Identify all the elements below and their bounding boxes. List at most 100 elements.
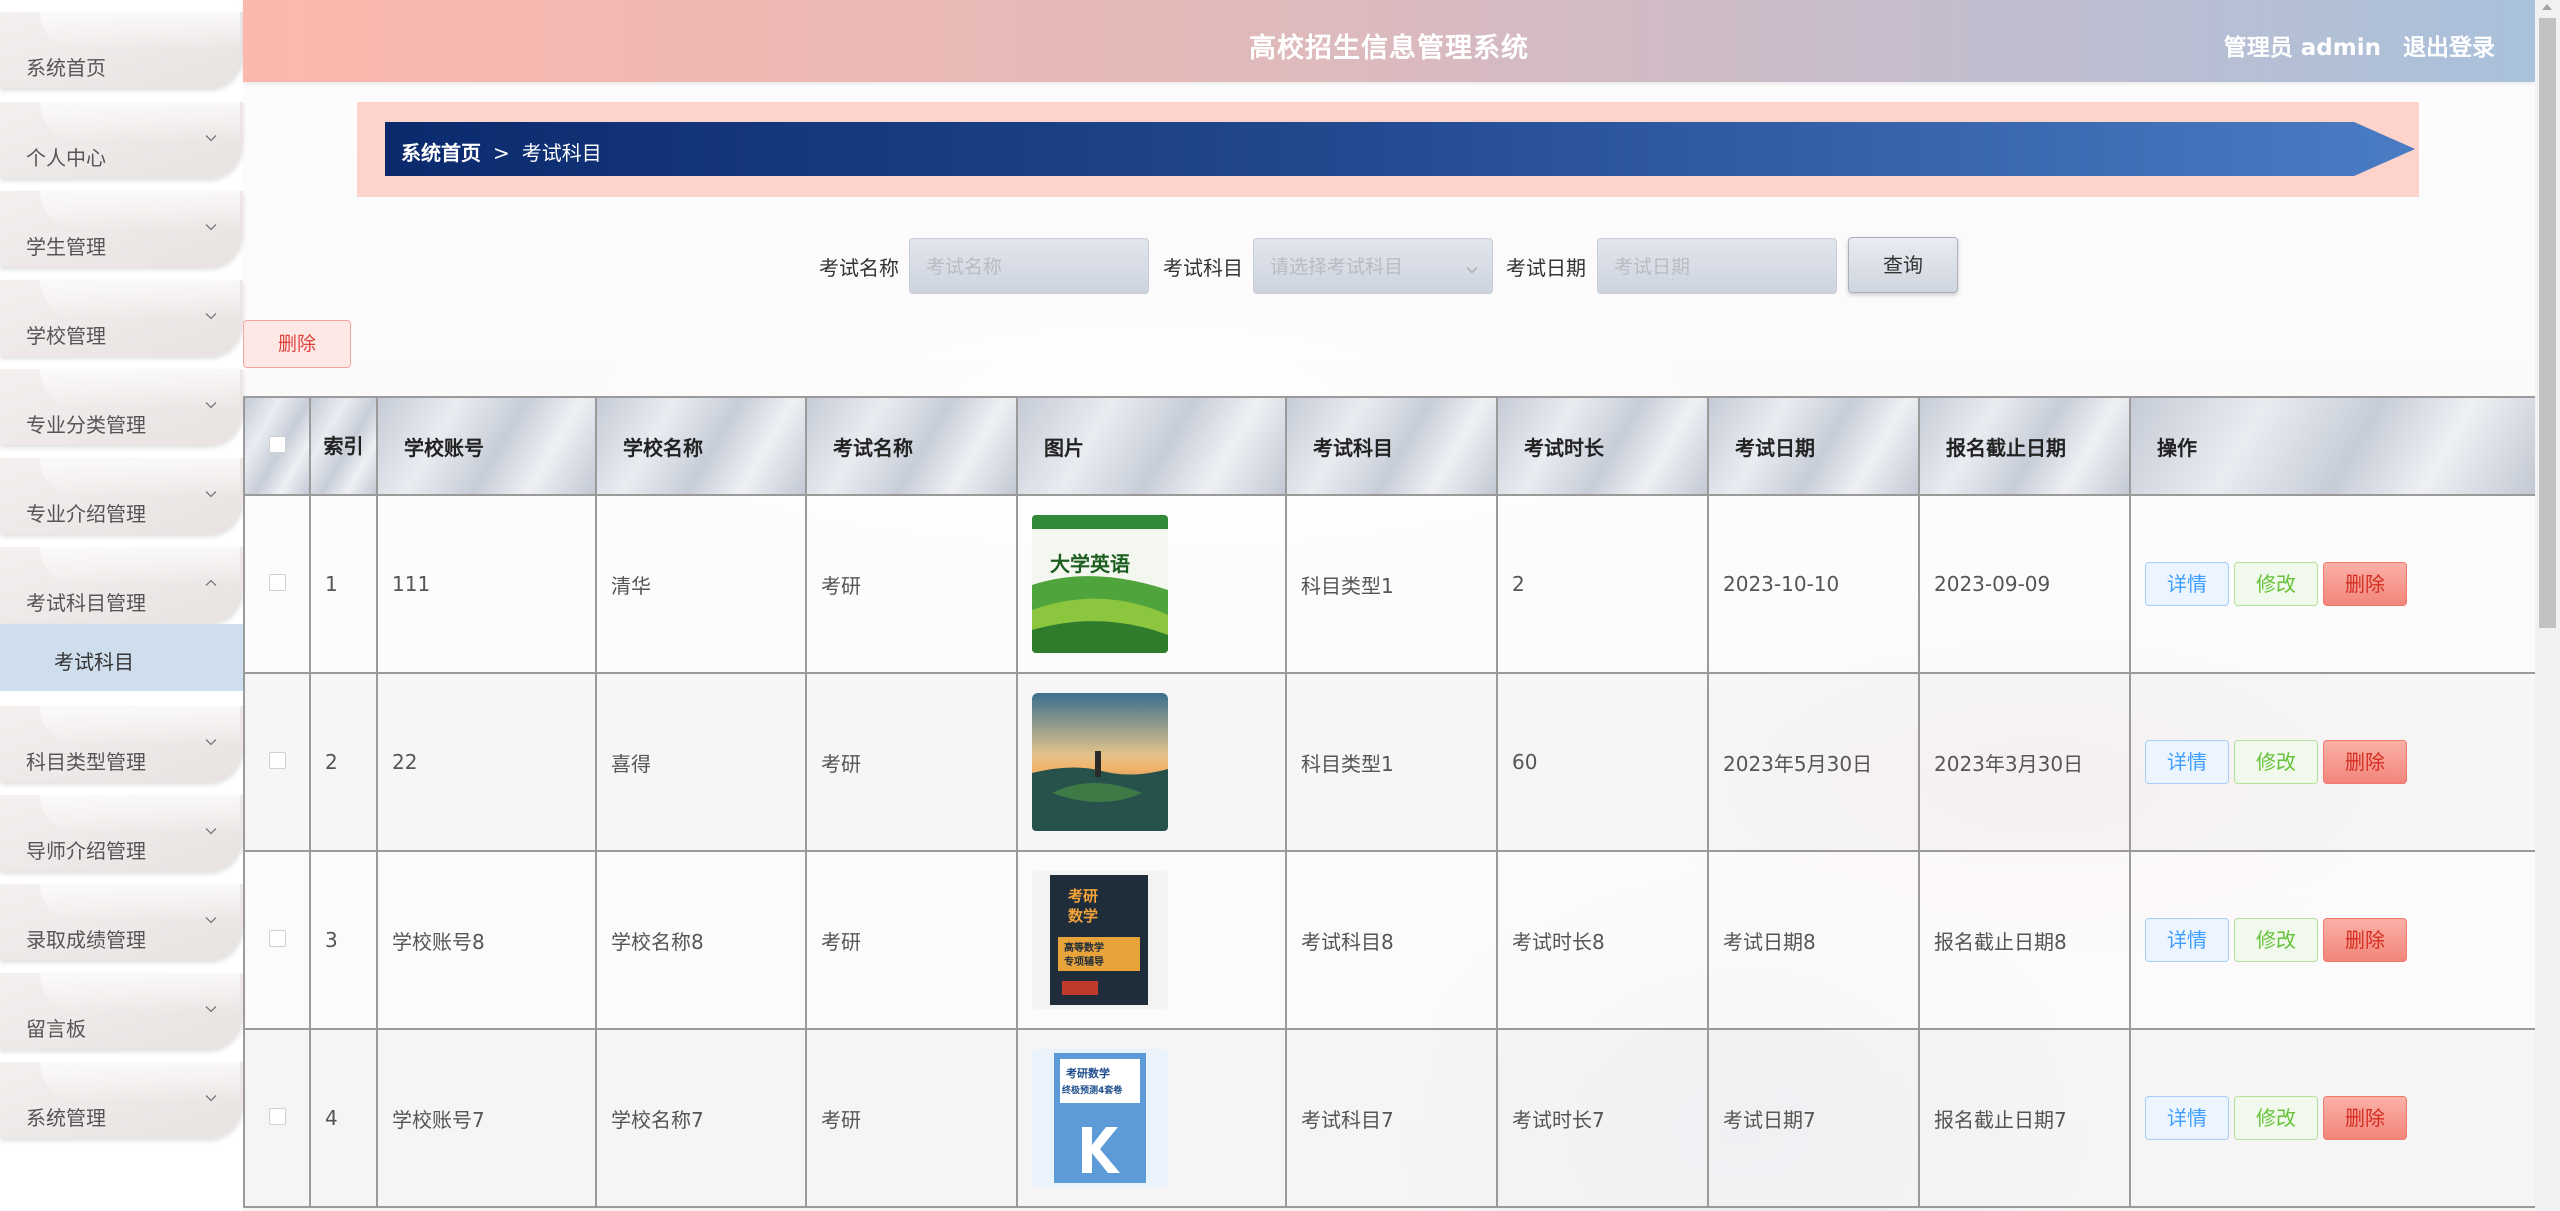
column-header-index: 索引: [309, 396, 378, 496]
math-exam-book-cover-image[interactable]: 考研数学 终极预测4套卷: [1032, 1049, 1168, 1187]
cell-date: 考试日期7: [1707, 1028, 1920, 1208]
sidebar-item-label: 专业分类管理: [26, 413, 146, 437]
cell-deadline: 报名截止日期7: [1918, 1028, 2131, 1208]
cell-exam: 考研: [805, 672, 1018, 852]
cell-deadline: 2023-09-09: [1918, 494, 2131, 674]
table-row: 3 学校账号8 学校名称8 考研 考研 数学 高等数学 专项辅导 考试科目8 考…: [243, 850, 2535, 1030]
sidebar-item-label: 系统管理: [26, 1106, 106, 1130]
detail-button[interactable]: 详情: [2145, 740, 2229, 784]
app-title: 高校招生信息管理系统: [1249, 33, 1529, 64]
math-book-cover-image[interactable]: 考研 数学 高等数学 专项辅导: [1032, 871, 1168, 1009]
delete-button[interactable]: 删除: [2323, 562, 2407, 606]
top-header: 高校招生信息管理系统 管理员 admin 退出登录: [243, 0, 2535, 82]
chevron-down-icon: [205, 488, 217, 500]
data-table-container: 索引 学校账号 学校名称 考试名称 图片 考试科目 考试时长 考试日期 报名截止…: [243, 396, 2535, 1211]
scroll-thumb[interactable]: [2539, 18, 2556, 628]
sidebar-item-subject-types[interactable]: 科目类型管理: [0, 706, 243, 782]
table-row: 2 22 喜得 考研 科目类型1 60 2023年5月30日 2023年3月30…: [243, 672, 2535, 852]
exam-date-placeholder: 考试日期: [1614, 256, 1691, 278]
sidebar-item-admission-scores[interactable]: 录取成绩管理: [0, 884, 243, 960]
exam-subject-label: 考试科目: [1163, 256, 1243, 280]
chevron-down-icon: [205, 310, 217, 322]
cell-date: 2023年5月30日: [1707, 672, 1920, 852]
landscape-photo-image[interactable]: [1032, 693, 1168, 831]
column-header-exam: 考试名称: [805, 396, 1018, 496]
detail-button[interactable]: 详情: [2145, 918, 2229, 962]
cell-exam: 考研: [805, 494, 1018, 674]
cell-school: 学校名称8: [595, 850, 807, 1030]
cell-account: 学校账号7: [376, 1028, 597, 1208]
row-checkbox[interactable]: [268, 930, 286, 947]
breadcrumb-separator: >: [493, 141, 510, 165]
cell-date: 2023-10-10: [1707, 494, 1920, 674]
exam-name-input[interactable]: 考试名称: [909, 238, 1149, 294]
sidebar-subitem-exam-subject[interactable]: 考试科目: [0, 624, 243, 691]
chevron-down-icon: [205, 399, 217, 411]
sidebar-item-tutors[interactable]: 导师介绍管理: [0, 795, 243, 871]
scroll-up-arrow-icon[interactable]: [2542, 4, 2552, 10]
sidebar-item-label: 学校管理: [26, 324, 106, 348]
select-all-header: [243, 396, 311, 496]
row-select-cell: [243, 1028, 311, 1208]
edit-button[interactable]: 修改: [2234, 740, 2318, 784]
breadcrumb-home[interactable]: 系统首页: [401, 141, 481, 165]
query-button[interactable]: 查询: [1848, 237, 1958, 293]
math-book-line3: 高等数学: [1064, 941, 1104, 954]
chevron-down-icon: [205, 132, 217, 144]
cell-actions: 详情 修改 删除: [2129, 1028, 2535, 1208]
page-scrollbar[interactable]: [2535, 0, 2560, 1211]
sidebar-item-message-board[interactable]: 留言板: [0, 973, 243, 1049]
sidebar-item-personal-center[interactable]: 个人中心: [0, 102, 243, 178]
sidebar-item-major-categories[interactable]: 专业分类管理: [0, 369, 243, 445]
logout-link[interactable]: 退出登录: [2403, 35, 2495, 61]
sidebar-item-exam-subjects[interactable]: 考试科目管理: [0, 547, 243, 623]
delete-button[interactable]: 删除: [2323, 1096, 2407, 1140]
cell-deadline: 报名截止日期8: [1918, 850, 2131, 1030]
sidebar-item-label: 导师介绍管理: [26, 839, 146, 863]
select-all-checkbox[interactable]: [268, 436, 286, 453]
edit-button[interactable]: 修改: [2234, 562, 2318, 606]
exam-subject-select[interactable]: 请选择考试科目: [1253, 238, 1493, 294]
cell-duration: 考试时长8: [1496, 850, 1709, 1030]
column-header-subject: 考试科目: [1285, 396, 1498, 496]
cell-exam: 考研: [805, 1028, 1018, 1208]
row-select-cell: [243, 672, 311, 852]
row-checkbox[interactable]: [268, 574, 286, 591]
sidebar-item-schools[interactable]: 学校管理: [0, 280, 243, 356]
chevron-down-icon: [1466, 259, 1478, 274]
english-book-cover-image[interactable]: 大学英语: [1032, 515, 1168, 653]
exam-date-input[interactable]: 考试日期: [1597, 238, 1837, 294]
column-header-duration: 考试时长: [1496, 396, 1709, 496]
cell-duration: 2: [1496, 494, 1709, 674]
sidebar-item-system[interactable]: 系统管理: [0, 1062, 243, 1138]
cell-image: [1016, 672, 1287, 852]
chevron-down-icon: [205, 1003, 217, 1015]
cell-duration: 考试时长7: [1496, 1028, 1709, 1208]
breadcrumb-container: 系统首页 > 考试科目: [357, 102, 2419, 197]
cell-index: 3: [309, 850, 378, 1030]
sidebar-item-label: 系统首页: [26, 56, 106, 80]
cell-image: 大学英语: [1016, 494, 1287, 674]
sidebar-item-students[interactable]: 学生管理: [0, 191, 243, 267]
row-checkbox[interactable]: [268, 1108, 286, 1125]
edit-button[interactable]: 修改: [2234, 918, 2318, 962]
chevron-up-icon: [205, 577, 217, 589]
cell-deadline: 2023年3月30日: [1918, 672, 2131, 852]
bulk-delete-button[interactable]: 删除: [243, 320, 351, 368]
cell-index: 4: [309, 1028, 378, 1208]
delete-button[interactable]: 删除: [2323, 740, 2407, 784]
sidebar-item-label: 录取成绩管理: [26, 928, 146, 952]
sidebar-item-home[interactable]: 系统首页: [0, 12, 243, 88]
cell-duration: 60: [1496, 672, 1709, 852]
detail-button[interactable]: 详情: [2145, 1096, 2229, 1140]
sidebar-item-label: 留言板: [26, 1017, 86, 1041]
cell-subject: 考试科目7: [1285, 1028, 1498, 1208]
sidebar-item-major-intro[interactable]: 专业介绍管理: [0, 458, 243, 534]
detail-button[interactable]: 详情: [2145, 562, 2229, 606]
exam-subject-placeholder: 请选择考试科目: [1270, 256, 1404, 278]
cell-image: 考研数学 终极预测4套卷: [1016, 1028, 1287, 1208]
edit-button[interactable]: 修改: [2234, 1096, 2318, 1140]
row-checkbox[interactable]: [268, 752, 286, 769]
exam-book-line1: 考研数学: [1066, 1066, 1110, 1080]
delete-button[interactable]: 删除: [2323, 918, 2407, 962]
